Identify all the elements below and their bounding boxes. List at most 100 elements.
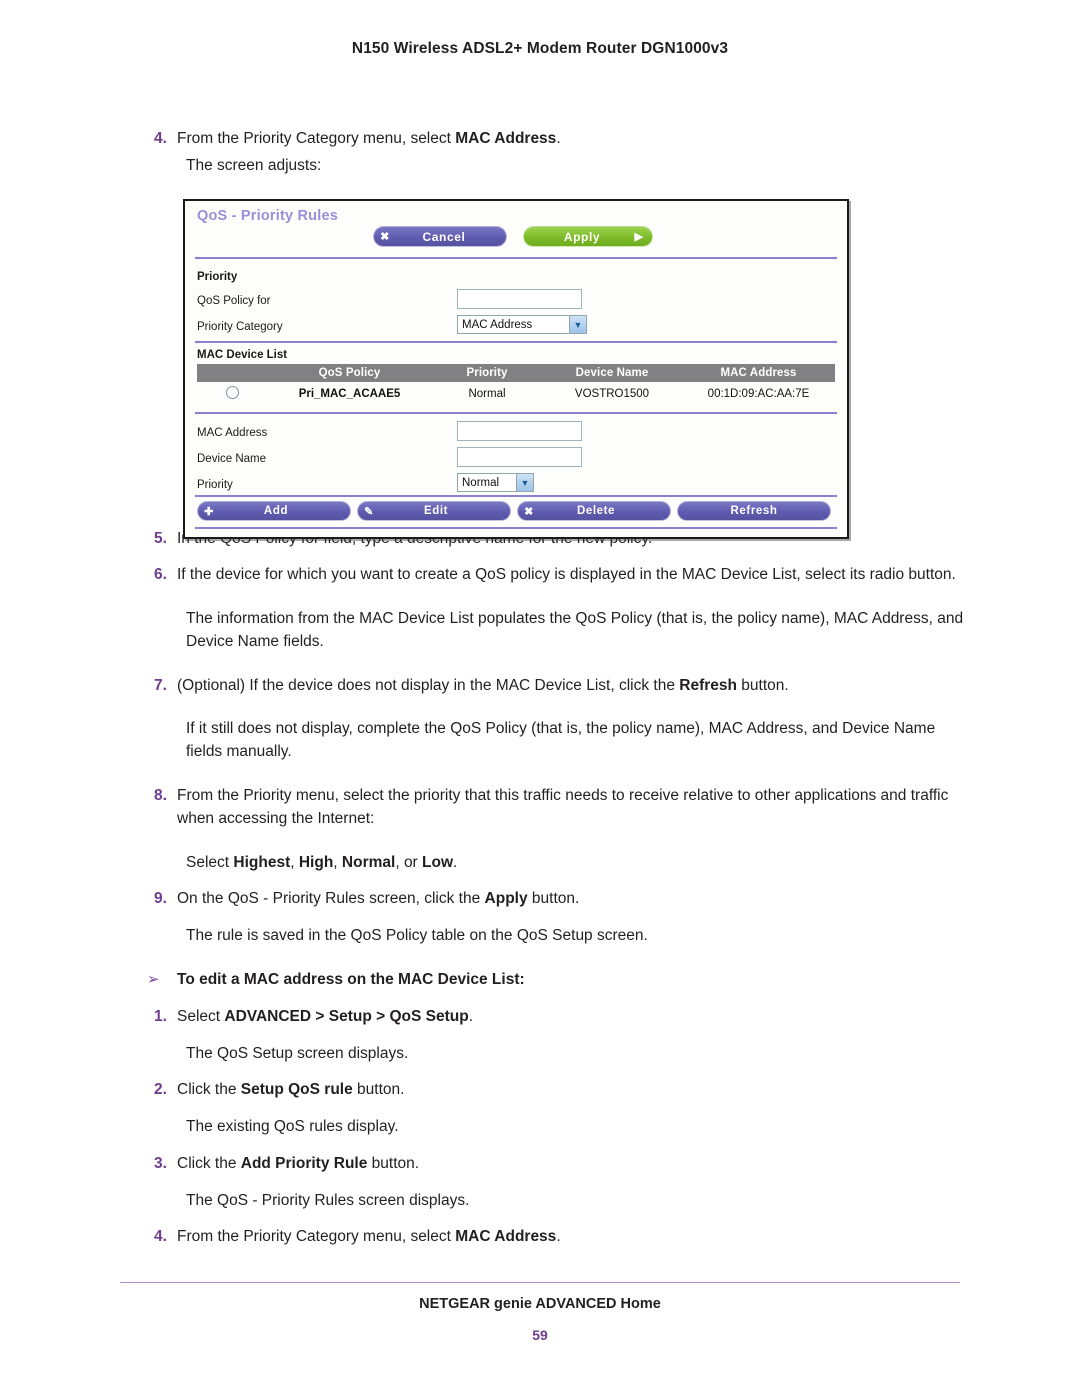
mac-address-input[interactable]: [457, 421, 582, 441]
step-number: 6.: [154, 566, 167, 584]
row-qos-policy: Pri_MAC_ACAAE5: [298, 388, 401, 400]
step-number: 1.: [154, 1007, 167, 1025]
sep: ,: [290, 853, 299, 871]
priority-label: Priority: [197, 479, 233, 491]
apply-button-label: Apply: [563, 229, 601, 244]
priority-select[interactable]: Normal ▼: [457, 473, 534, 492]
add-button[interactable]: ✚ Add: [197, 501, 351, 521]
step8-select-pre: Select: [186, 853, 234, 871]
step-number: 3.: [154, 1154, 167, 1172]
p4-post: .: [556, 1228, 561, 1246]
priority-category-value: MAC Address: [462, 318, 533, 331]
step-number: 2.: [154, 1081, 167, 1099]
step-number: 5.: [154, 529, 167, 547]
step-number: 9.: [154, 890, 167, 908]
sep: ,: [333, 853, 342, 871]
p4-text: From the Priority Category menu, select …: [177, 1226, 970, 1249]
col-device-name: Device Name: [542, 364, 682, 382]
footer-divider: [120, 1282, 960, 1283]
step4-result: The screen adjusts:: [186, 156, 322, 174]
qos-policy-for-input[interactable]: [457, 289, 582, 309]
plus-icon: ✚: [204, 505, 214, 518]
p2-bold: Setup QoS rule: [240, 1081, 353, 1099]
mac-device-table: QoS Policy Priority Device Name MAC Addr…: [197, 364, 835, 407]
col-mac-address: MAC Address: [682, 364, 835, 382]
step-number: 8.: [154, 787, 167, 805]
step-item: 7. (Optional) If the device does not dis…: [145, 675, 970, 698]
page-number: 59: [532, 1327, 548, 1343]
priority-value: Normal: [462, 476, 500, 489]
col-select: [197, 364, 267, 382]
table-action-buttons: ✚ Add ✎ Edit ✖ Delete Refresh: [197, 501, 831, 521]
step6-text: If the device for which you want to crea…: [177, 566, 956, 584]
step9-post: button.: [527, 890, 580, 908]
table-row[interactable]: Pri_MAC_ACAAE5 Normal VOSTRO1500 00:1D:0…: [197, 382, 835, 407]
divider-mid: [195, 341, 837, 343]
page-header: N150 Wireless ADSL2+ Modem Router DGN100…: [351, 40, 729, 57]
divider-top: [195, 257, 837, 259]
step8-select-line: Select Highest, High, Normal, or Low.: [186, 852, 970, 875]
table-header-row: QoS Policy Priority Device Name MAC Addr…: [197, 364, 835, 382]
p3-result: The QoS - Priority Rules screen displays…: [186, 1191, 470, 1209]
cancel-button[interactable]: ✖ Cancel: [373, 226, 507, 247]
chevron-down-icon: ▼: [569, 316, 586, 333]
p3-post: button.: [367, 1154, 420, 1172]
footer-title: NETGEAR genie ADVANCED Home: [419, 1296, 661, 1312]
step4-pre: From the Priority Category menu, select: [177, 130, 456, 147]
p3-pre: Click the: [177, 1154, 241, 1172]
p3-text: Click the Add Priority Rule button.: [177, 1153, 970, 1176]
apply-button[interactable]: ▶ Apply: [523, 226, 653, 247]
delete-button[interactable]: ✖ Delete: [517, 501, 671, 521]
step-number: 4.: [154, 1228, 167, 1246]
device-name-input[interactable]: [457, 447, 582, 467]
step-item: 8. From the Priority menu, select the pr…: [145, 785, 970, 831]
close-icon: ✖: [380, 231, 390, 243]
priority-category-select[interactable]: MAC Address ▼: [457, 315, 587, 334]
device-name-label: Device Name: [197, 453, 267, 465]
qos-policy-for-label: QoS Policy for: [197, 295, 271, 307]
radio-button[interactable]: [225, 386, 239, 399]
cancel-button-label: Cancel: [422, 229, 466, 244]
arrow-bullet-icon: ➢: [147, 970, 160, 988]
panel-action-buttons: ✖ Cancel ▶ Apply: [373, 226, 653, 247]
edit-button[interactable]: ✎ Edit: [357, 501, 511, 521]
procedure-heading: ➢ To edit a MAC address on the MAC Devic…: [145, 969, 970, 992]
p2-result: The existing QoS rules display.: [186, 1118, 399, 1136]
router-ui-panel: QoS - Priority Rules ✖ Cancel ▶ Apply Pr…: [185, 201, 847, 537]
step6-result: The information from the MAC Device List…: [186, 610, 964, 650]
pencil-icon: ✎: [364, 505, 374, 518]
step-number: 4.: [154, 130, 167, 147]
mac-address-label: MAC Address: [197, 427, 268, 439]
step-number: 7.: [154, 676, 167, 694]
row-priority: Normal: [468, 388, 506, 400]
p1-pre: Select: [177, 1007, 225, 1025]
chevron-down-icon: ▼: [516, 474, 533, 491]
p1-result: The QoS Setup screen displays.: [186, 1044, 409, 1062]
step-item: 6. If the device for which you want to c…: [145, 564, 970, 587]
refresh-button[interactable]: Refresh: [677, 501, 831, 521]
step7-bold: Refresh: [679, 676, 737, 694]
refresh-button-label: Refresh: [730, 505, 778, 517]
divider-bottom: [195, 527, 837, 529]
priority-option-highest: Highest: [233, 853, 291, 871]
p3-bold: Add Priority Rule: [240, 1154, 368, 1172]
priority-option-low: Low: [422, 853, 454, 871]
add-button-label: Add: [263, 505, 289, 517]
priority-section-label: Priority: [197, 271, 238, 283]
step-item: 2. Click the Setup QoS rule button.: [145, 1079, 970, 1102]
divider-above-buttons: [195, 495, 837, 497]
delete-button-label: Delete: [576, 505, 616, 517]
divider-below-table: [195, 412, 837, 414]
p2-post: button.: [352, 1081, 405, 1099]
row-radio-cell[interactable]: [197, 382, 267, 407]
step-text: From the Priority Category menu, select …: [177, 128, 970, 151]
p4-bold: MAC Address: [455, 1228, 557, 1246]
edit-button-label: Edit: [423, 505, 449, 517]
step-item: 4. From the Priority Category menu, sele…: [145, 128, 970, 151]
col-priority: Priority: [432, 364, 542, 382]
router-ui-screenshot: QoS - Priority Rules ✖ Cancel ▶ Apply Pr…: [183, 199, 849, 539]
p4-pre: From the Priority Category menu, select: [177, 1228, 456, 1246]
step-item: 9. On the QoS - Priority Rules screen, c…: [145, 888, 970, 911]
mac-device-list-label: MAC Device List: [197, 349, 288, 361]
step4-post: .: [556, 130, 561, 147]
